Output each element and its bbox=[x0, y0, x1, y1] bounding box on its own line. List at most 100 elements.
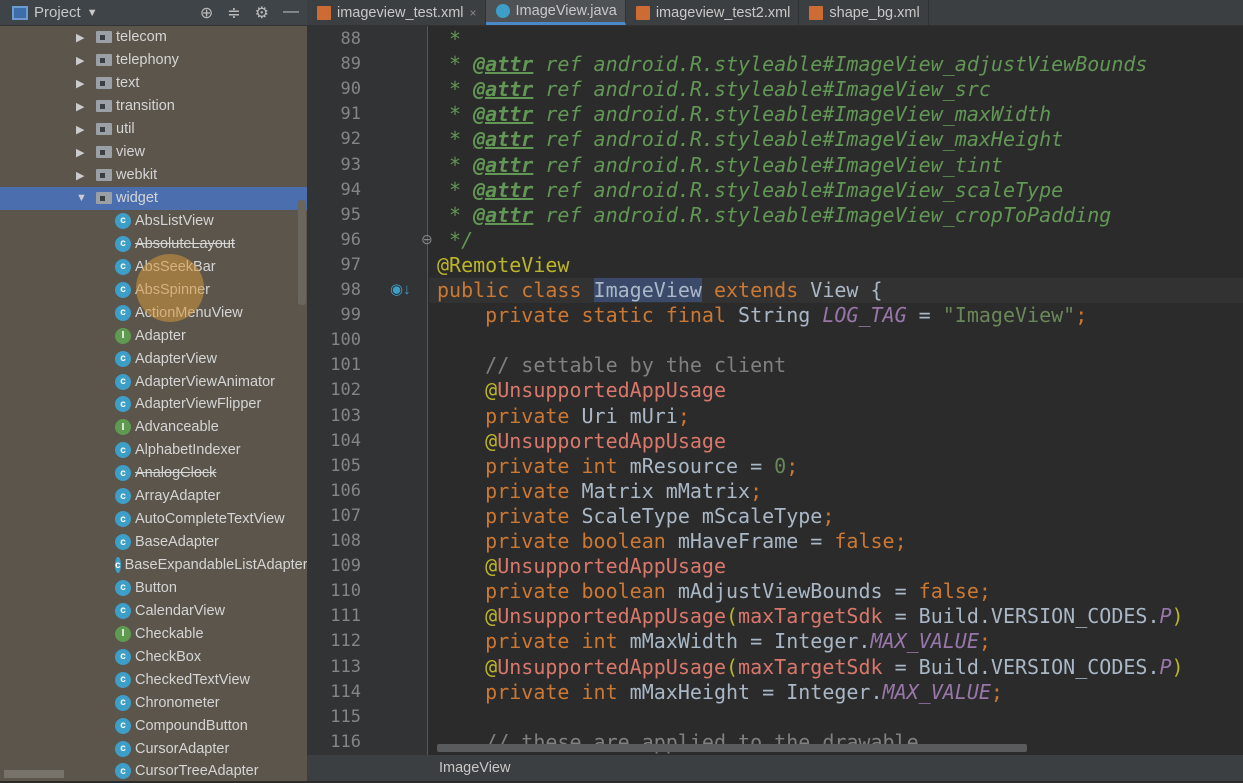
tree-class-item[interactable]: c Chronometer bbox=[0, 691, 307, 714]
class-icon: c bbox=[115, 442, 131, 459]
tree-package-util[interactable]: ▶ util bbox=[0, 118, 307, 141]
tree-package-text[interactable]: ▶ text bbox=[0, 72, 307, 95]
line-number: 100 bbox=[330, 330, 361, 351]
chevron-right-icon[interactable]: ▶ bbox=[76, 123, 90, 136]
tree-class-item[interactable]: c BaseAdapter bbox=[0, 531, 307, 554]
chevron-right-icon[interactable]: ▶ bbox=[76, 77, 90, 90]
code-token: @ bbox=[437, 554, 498, 579]
close-icon[interactable]: × bbox=[470, 6, 477, 20]
code-token: ImageView bbox=[593, 278, 702, 302]
tree-class-item[interactable]: I Adapter bbox=[0, 324, 307, 347]
chevron-right-icon[interactable]: ▶ bbox=[76, 54, 90, 67]
tree-class-item[interactable]: c AnalogClock bbox=[0, 462, 307, 485]
code-token: private boolean bbox=[437, 529, 678, 553]
tree-class-item[interactable]: c CalendarView bbox=[0, 599, 307, 622]
chevron-right-icon[interactable]: ▶ bbox=[76, 169, 90, 182]
chevron-down-icon[interactable]: ▼ bbox=[76, 192, 90, 204]
line-number: 98 bbox=[340, 280, 361, 300]
tab-imageview_test-xml[interactable]: imageview_test.xml × bbox=[307, 0, 486, 25]
tree-class-item[interactable]: c AutoCompleteTextView bbox=[0, 508, 307, 531]
class-icon: c bbox=[115, 534, 131, 551]
tree-item-label: telecom bbox=[116, 29, 167, 46]
class-icon: c bbox=[115, 763, 131, 780]
code-token: ; bbox=[786, 453, 799, 478]
tree-package-view[interactable]: ▶ view bbox=[0, 141, 307, 164]
tree-item-label: Adapter bbox=[135, 327, 186, 344]
code-token: LOG_TAG bbox=[822, 303, 907, 328]
class-icon: c bbox=[115, 511, 131, 528]
tab-imageview-java[interactable]: ImageView.java bbox=[485, 0, 626, 25]
code-token: ref android.R.styleable#ImageView_tint bbox=[533, 152, 1003, 177]
code-token: @attr bbox=[473, 77, 534, 102]
tree-horizontal-scrollbar[interactable] bbox=[4, 770, 64, 778]
package-icon bbox=[96, 31, 112, 44]
tree-package-transition[interactable]: ▶ transition bbox=[0, 95, 307, 118]
code-token: false; bbox=[834, 529, 907, 553]
java-class-icon bbox=[495, 4, 510, 18]
line-number: 103 bbox=[330, 405, 361, 426]
tree-item-label: AnalogClock bbox=[135, 465, 217, 482]
tree-class-item[interactable]: c Button bbox=[0, 577, 307, 600]
code-token: MAX_VALUE bbox=[870, 629, 979, 654]
chevron-right-icon[interactable]: ▶ bbox=[76, 31, 90, 44]
tree-package-webkit[interactable]: ▶ webkit bbox=[0, 164, 307, 187]
override-marker-icon[interactable]: ◉↓ bbox=[390, 280, 411, 298]
tree-class-item[interactable]: c CheckBox bbox=[0, 645, 307, 668]
line-number: 97 bbox=[340, 254, 361, 275]
chevron-right-icon[interactable]: ▶ bbox=[76, 100, 90, 113]
tree-item-label: transition bbox=[116, 98, 175, 115]
tree-item-label: AdapterViewFlipper bbox=[135, 396, 262, 413]
class-icon: c bbox=[115, 304, 131, 321]
line-number: 91 bbox=[340, 104, 361, 125]
tree-class-item[interactable]: I Advanceable bbox=[0, 416, 307, 439]
code-token: ref android.R.styleable#ImageView_maxWid… bbox=[533, 102, 1052, 127]
chevron-down-icon[interactable]: ▼ bbox=[87, 7, 98, 19]
tree-class-item[interactable]: c AbsListView bbox=[0, 210, 307, 233]
line-number: 95 bbox=[340, 204, 361, 225]
class-icon: c bbox=[115, 694, 131, 711]
tree-item-label: CursorTreeAdapter bbox=[135, 763, 259, 780]
code-editor[interactable]: * * @attr ref android.R.styleable#ImageV… bbox=[429, 26, 1243, 755]
code-token: ref android.R.styleable#ImageView_src bbox=[533, 77, 991, 102]
tree-package-widget[interactable]: ▼ widget bbox=[0, 186, 307, 210]
tab-shape_bg-xml[interactable]: shape_bg.xml bbox=[799, 0, 929, 25]
tree-class-item[interactable]: c AdapterView bbox=[0, 347, 307, 370]
line-number: 113 bbox=[330, 656, 361, 677]
collapse-icon[interactable]: ≑ bbox=[227, 3, 240, 23]
project-view-dropdown[interactable]: Project bbox=[34, 4, 81, 21]
line-number: 99 bbox=[340, 305, 361, 326]
chevron-right-icon[interactable]: ▶ bbox=[76, 146, 90, 159]
tree-class-item[interactable]: c CompoundButton bbox=[0, 714, 307, 737]
tree-class-item[interactable]: c ArrayAdapter bbox=[0, 485, 307, 508]
tree-class-item[interactable]: c AdapterViewFlipper bbox=[0, 393, 307, 416]
tree-class-item[interactable]: I Checkable bbox=[0, 622, 307, 645]
code-token: * bbox=[437, 177, 474, 202]
breadcrumb[interactable]: ImageView bbox=[307, 755, 1243, 781]
code-token: @ bbox=[437, 378, 498, 403]
tab-imageview_test2-xml[interactable]: imageview_test2.xml bbox=[626, 0, 800, 25]
project-panel: Project ▼ ⊕ ≑ ⚙ — ▶ telecom ▶ telephony ▶ tex… bbox=[0, 0, 307, 781]
tree-class-item[interactable]: c AlphabetIndexer bbox=[0, 439, 307, 462]
code-token: private static final bbox=[437, 303, 739, 328]
tree-class-item[interactable]: c AbsoluteLayout bbox=[0, 232, 307, 255]
code-token: * bbox=[437, 102, 474, 127]
tree-scrollbar[interactable] bbox=[298, 200, 306, 305]
tree-package-telephony[interactable]: ▶ telephony bbox=[0, 49, 307, 72]
code-line: private int mResource = 0; bbox=[437, 454, 798, 479]
locate-icon[interactable]: ⊕ bbox=[200, 3, 213, 23]
editor-horizontal-scrollbar[interactable] bbox=[437, 744, 1027, 752]
code-token: Matrix mMatrix bbox=[581, 478, 751, 503]
code-token: false; bbox=[918, 579, 991, 604]
minimize-icon[interactable]: — bbox=[283, 3, 299, 23]
tree-class-item[interactable]: c CursorAdapter bbox=[0, 737, 307, 760]
code-token: UnsupportedAppUsage bbox=[497, 604, 726, 629]
code-token: @attr bbox=[473, 102, 534, 127]
tree-class-item[interactable]: c CheckedTextView bbox=[0, 668, 307, 691]
tree-package-telecom[interactable]: ▶ telecom bbox=[0, 26, 307, 49]
gear-icon[interactable]: ⚙ bbox=[255, 3, 269, 23]
code-line: * @attr ref android.R.styleable#ImageVie… bbox=[437, 102, 1051, 127]
tree-item-label: BaseAdapter bbox=[135, 534, 219, 551]
code-line: @UnsupportedAppUsage bbox=[437, 429, 726, 454]
tree-class-item[interactable]: c BaseExpandableListAdapter bbox=[0, 554, 307, 577]
tree-class-item[interactable]: c AdapterViewAnimator bbox=[0, 370, 307, 393]
